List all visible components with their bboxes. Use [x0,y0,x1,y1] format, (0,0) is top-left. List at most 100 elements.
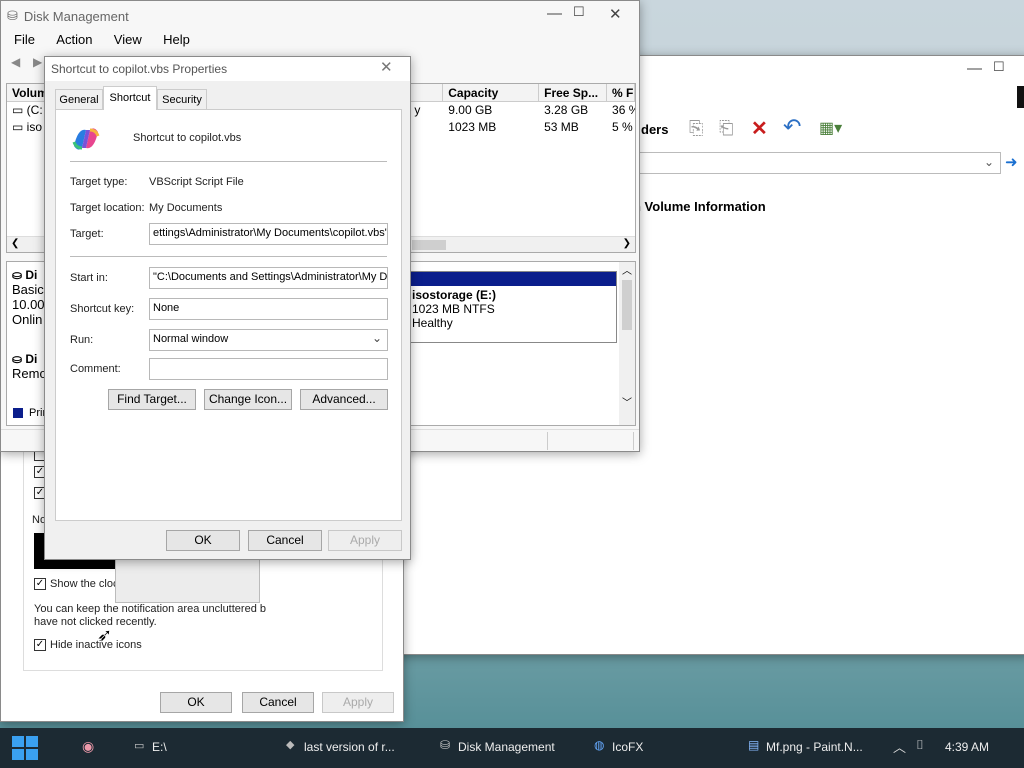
row-pct: 36 % [612,103,635,117]
start-button[interactable] [10,734,40,762]
taskbar-item-disk-management[interactable]: Disk Management [458,740,555,754]
cancel-button[interactable]: Cancel [248,530,322,551]
chevron-down-icon[interactable]: ⌄ [984,155,994,169]
show-clock-checkbox[interactable]: ✓ [34,578,46,590]
row-name-text: iso [26,120,43,134]
ok-button[interactable]: OK [166,530,240,551]
target-type-label: Target type: [70,176,128,188]
notification-desc-2: have not clicked recently. [34,616,157,628]
comment-input[interactable] [149,358,388,380]
back-arrow-icon[interactable]: ◀ [11,55,20,69]
target-label: Target: [70,228,104,240]
col-free[interactable]: Free Sp... [539,84,608,101]
copilot-icon[interactable]: ◉ [82,738,96,754]
dialog-titlebar: Shortcut to copilot.vbs Properties ✕ [45,57,410,81]
row-name-text: (C: [26,103,43,117]
scroll-right-icon[interactable]: ❯ [623,238,631,249]
volume-block[interactable]: isostorage (E:) 1023 MB NTFS Healthy [407,271,617,343]
dark-edge [1017,86,1024,108]
copilot-icon [70,124,102,154]
row-free: 3.28 GB [544,103,589,117]
forward-arrow-icon[interactable]: ▶ [33,55,42,69]
maximize-icon[interactable]: ☐ [573,4,585,20]
taskbar-item-drive[interactable]: E:\ [152,740,167,754]
shortcut-properties-dialog: Shortcut to copilot.vbs Properties ✕ Gen… [44,56,411,560]
clock[interactable]: 4:39 AM [945,740,989,754]
close-icon[interactable]: ✕ [609,5,622,23]
drive-icon: ▭ [12,120,27,134]
hide-inactive-checkbox[interactable]: ✓ [34,639,46,651]
v-scrollbar[interactable]: ︿ ﹀ [619,262,635,425]
run-label: Run: [70,334,94,346]
app-icon: ◆ [286,739,295,751]
ok-button[interactable]: OK [160,692,232,713]
start-in-input[interactable]: "C:\Documents and Settings\Administrator… [149,267,388,289]
chevron-down-icon[interactable]: ⌄ [372,331,382,345]
hide-inactive-label: Hide inactive icons [50,639,142,651]
divider [70,161,387,162]
row-capacity: 1023 MB [448,120,497,134]
status-divider [633,432,634,450]
tab-shortcut[interactable]: Shortcut [103,86,157,110]
tab-security[interactable]: Security [157,89,207,109]
show-clock-label: Show the cloc [50,578,119,590]
delete-icon[interactable]: ✕ [751,116,768,141]
cancel-button[interactable]: Cancel [242,692,314,713]
disk-icon: ⛀ [12,352,26,366]
col-capacity[interactable]: Capacity [443,84,540,101]
find-target-button[interactable]: Find Target... [108,389,196,410]
apply-button[interactable]: Apply [322,692,394,713]
menu-action[interactable]: Action [56,32,92,47]
apply-button[interactable]: Apply [328,530,402,551]
comment-label: Comment: [70,363,121,375]
menu-file[interactable]: File [14,32,35,47]
disk-icon: ⛀ [12,268,26,282]
run-select[interactable]: Normal window ⌄ [149,329,388,351]
taskbar-item-version[interactable]: last version of r... [304,740,395,754]
taskbar-item-icofx[interactable]: IcoFX [612,740,643,754]
taskbar-item-paint[interactable]: Mf.png - Paint.N... [766,740,863,754]
scroll-down-icon[interactable]: ﹀ [622,394,632,409]
volume-header-bar [408,272,616,286]
target-location-label: Target location: [70,202,145,214]
icofx-icon: ◍ [594,738,605,752]
menu-bar: File Action View Help [14,32,208,47]
minimize-icon[interactable]: — [547,5,562,22]
volume-info-label: n Volume Information [633,199,766,214]
volume-name: isostorage (E:) [412,288,497,302]
toolbar-label: ders [641,122,669,137]
menu-help[interactable]: Help [163,32,190,47]
run-select-value: Normal window [153,333,229,345]
usb-icon[interactable]: ⌷ [916,737,930,752]
scroll-up-icon[interactable]: ︿ [622,262,632,277]
drive-icon: ▭ [12,103,27,117]
menu-view[interactable]: View [114,32,142,47]
divider [70,256,387,257]
volume-fs: 1023 MB NTFS [412,302,495,316]
target-location-value: My Documents [149,202,223,214]
disk-mgmt-icon: ⛁ [440,738,451,752]
shortcut-name: Shortcut to copilot.vbs [133,132,242,144]
scroll-thumb[interactable] [412,240,446,250]
maximize-icon[interactable]: ☐ [993,59,1005,75]
drive-icon: ▭ [134,740,145,752]
paste-icon[interactable]: ⎗ [719,118,733,139]
tab-general[interactable]: General [55,89,103,109]
chevron-up-icon[interactable]: ︿ [893,737,907,755]
shortcut-key-input[interactable]: None [149,298,388,320]
legend-primary-swatch [13,408,23,418]
row-type: y [414,103,421,117]
minimize-icon[interactable]: — [967,60,982,77]
scroll-left-icon[interactable]: ❮ [11,238,19,249]
close-icon[interactable]: ✕ [380,58,393,76]
go-arrow-icon[interactable]: ➜ [1005,153,1018,171]
undo-icon[interactable]: ↶ [783,114,801,140]
change-icon-button[interactable]: Change Icon... [204,389,292,410]
views-icon[interactable]: ▦▾ [819,118,842,138]
col-pct[interactable]: % Fr [607,84,635,101]
tab-panel: Shortcut to copilot.vbs Target type: VBS… [55,109,402,521]
target-input[interactable]: ettings\Administrator\My Documents\copil… [149,223,388,245]
advanced-button[interactable]: Advanced... [300,389,388,410]
copy-icon[interactable]: ⎘ [689,118,703,139]
scroll-thumb[interactable] [622,280,632,330]
